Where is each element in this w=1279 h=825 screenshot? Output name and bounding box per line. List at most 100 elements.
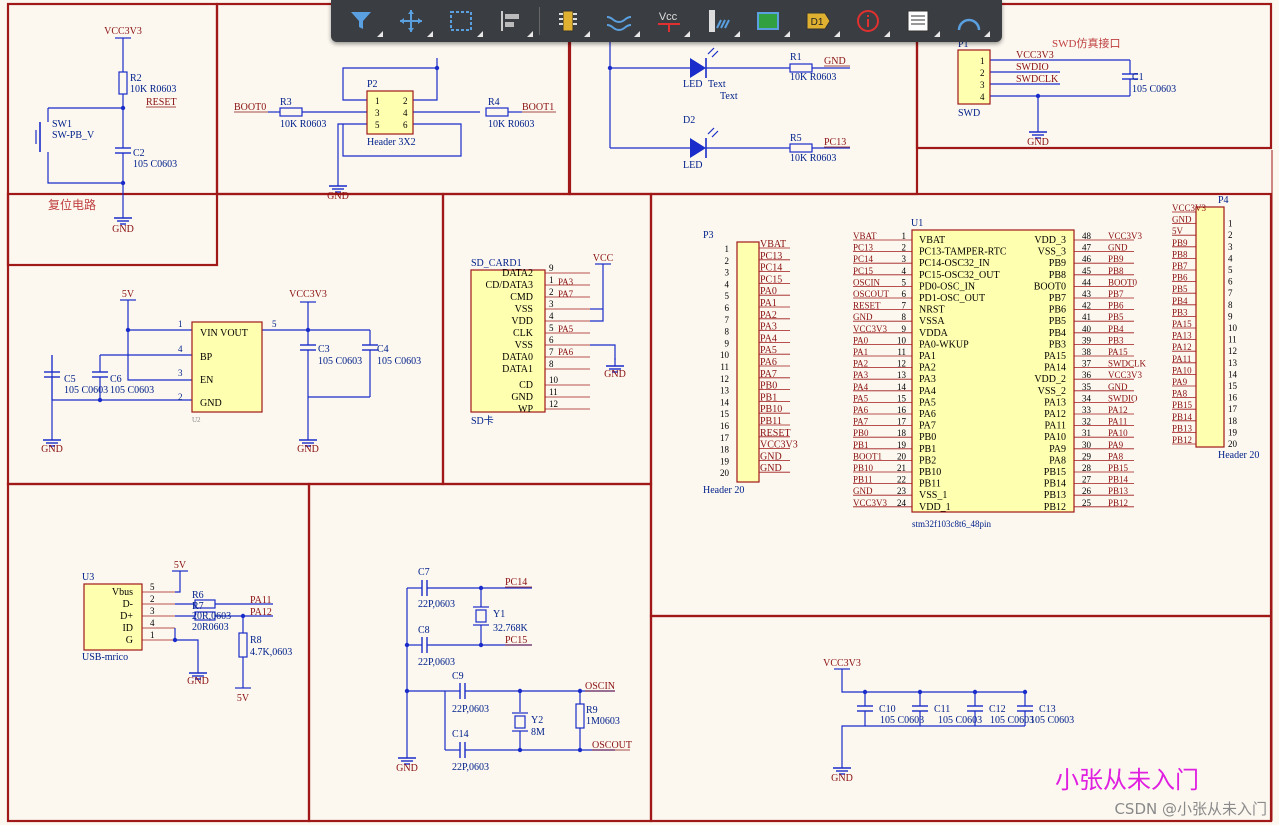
wire-tool-button[interactable] <box>596 3 640 39</box>
label: 11 <box>897 347 906 357</box>
label: PC15 <box>853 266 874 276</box>
label: VSS_2 <box>1038 386 1066 397</box>
label: RESET <box>853 301 881 311</box>
label: 5 <box>725 291 730 301</box>
net-label-tool-button[interactable]: D1 <box>796 3 840 39</box>
power-port-tool-button[interactable]: Vcc <box>646 3 690 39</box>
label: PA10 <box>1044 432 1066 443</box>
info-tool-button[interactable] <box>846 3 890 39</box>
harness-tool-button[interactable] <box>746 3 790 39</box>
label: GND <box>853 312 873 322</box>
label: BOOT1 <box>853 451 882 461</box>
label: 8 <box>725 327 730 337</box>
junction-dot <box>120 105 126 111</box>
label: 24 <box>897 498 907 508</box>
label: R3 <box>280 97 292 108</box>
label: VDD <box>511 316 533 327</box>
label: PC13 <box>853 243 874 253</box>
label: 22P,0603 <box>418 657 455 668</box>
label: PA12 <box>1108 405 1128 415</box>
label: 10 <box>549 375 559 385</box>
label: 16 <box>1228 393 1238 403</box>
label: 23 <box>897 486 907 496</box>
label: GND <box>297 444 319 455</box>
c7-capacitor <box>421 580 428 596</box>
label: PA2 <box>853 359 868 369</box>
label: 10 <box>897 335 907 345</box>
label: NRST <box>919 305 945 316</box>
label: 13 <box>1228 358 1238 368</box>
label: 1 <box>549 275 554 285</box>
label: 19 <box>720 456 730 466</box>
label: 5V <box>237 693 250 704</box>
label: PC14 <box>853 254 874 264</box>
label: PC15 <box>760 274 782 285</box>
label: GND <box>831 773 853 784</box>
label: 105 C0603 <box>990 715 1034 726</box>
component-tool-button[interactable] <box>546 3 590 39</box>
label: 4 <box>150 618 155 628</box>
label: 46 <box>1082 254 1092 264</box>
text-frame-tool-button[interactable] <box>896 3 940 39</box>
label: PA13 <box>1172 331 1192 341</box>
label: OSCOUT <box>853 289 890 299</box>
label: 3 <box>980 80 985 90</box>
label: PA8 <box>1049 455 1066 466</box>
label: 3 <box>375 108 380 118</box>
label: SWDIO <box>1108 393 1138 403</box>
label: DATA0 <box>502 352 533 363</box>
label: stm32f103c8t6_48pin <box>912 519 991 529</box>
label: VBAT <box>760 239 786 250</box>
label: P4 <box>1218 195 1229 206</box>
label: 5V <box>122 289 135 300</box>
label: VBAT <box>853 231 877 241</box>
label: SD卡 <box>471 414 494 427</box>
wire <box>841 669 1025 693</box>
label: Header 20 <box>1218 450 1259 461</box>
label: PA2 <box>919 363 936 374</box>
label: 10K R0603 <box>488 119 534 130</box>
arc-tool-button[interactable] <box>946 3 990 39</box>
label: 105 C0603 <box>64 385 108 396</box>
label: 1 <box>150 630 155 640</box>
label: SWDCLK <box>1108 359 1147 369</box>
label: 44 <box>1082 277 1092 287</box>
label: 22P,0603 <box>452 704 489 715</box>
label: 105 C0603 <box>318 356 362 367</box>
label: CD/DATA3 <box>485 280 533 291</box>
label: C3 <box>318 344 330 355</box>
label: PA5 <box>919 397 936 408</box>
label: VSS <box>515 304 533 315</box>
label: PB15 <box>1172 400 1193 410</box>
label: 25 <box>1082 498 1092 508</box>
label: PA3 <box>760 322 777 333</box>
select-tool-button[interactable] <box>439 3 483 39</box>
label: 5 <box>375 120 380 130</box>
label: PA6 <box>558 347 574 357</box>
filter-tool-button[interactable] <box>339 3 383 39</box>
label: DATA1 <box>502 364 533 375</box>
wire <box>711 130 719 138</box>
label: PB3 <box>1049 339 1066 350</box>
label: 48 <box>1082 231 1092 241</box>
label: 4 <box>725 279 730 289</box>
wire <box>711 50 719 58</box>
align-tool-button[interactable] <box>489 3 533 39</box>
label: PB4 <box>1108 324 1124 334</box>
label: PB15 <box>1044 467 1066 478</box>
label: BOOT0 <box>1034 281 1066 292</box>
p4-header <box>1195 206 1225 448</box>
junction-dot <box>97 397 103 403</box>
move-tool-button[interactable] <box>389 3 433 39</box>
label: PC14-OSC32_IN <box>919 258 990 269</box>
c3-capacitor <box>300 344 316 351</box>
label: PB12 <box>1044 502 1066 513</box>
bus-tool-button[interactable] <box>696 3 740 39</box>
svg-text:Vcc: Vcc <box>659 11 678 23</box>
label: PB4 <box>1049 328 1066 339</box>
label: 4 <box>980 92 985 102</box>
label: 2 <box>902 243 907 253</box>
label: PB3 <box>1108 335 1124 345</box>
label: GND <box>1108 382 1128 392</box>
label: PC14 <box>505 577 527 588</box>
